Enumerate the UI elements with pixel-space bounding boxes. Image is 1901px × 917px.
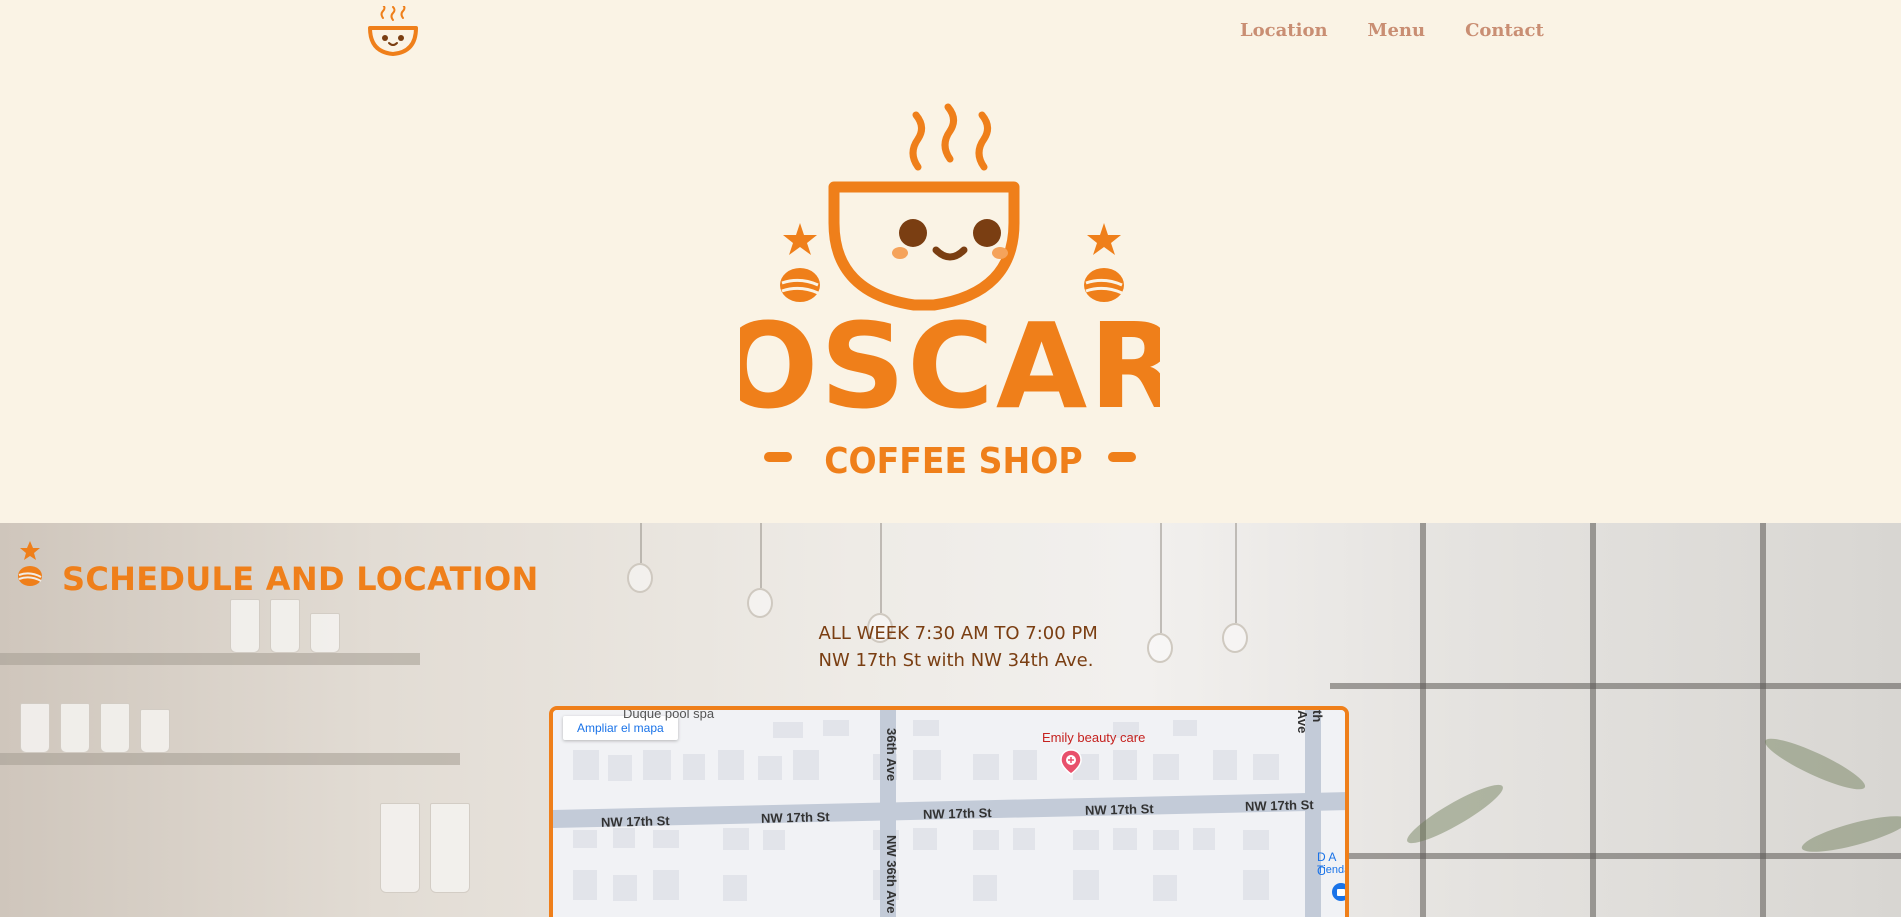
map-pin-icon[interactable] bbox=[1059, 748, 1083, 776]
poi-label[interactable]: Emily beauty care bbox=[1042, 730, 1145, 745]
star-icon bbox=[20, 541, 40, 560]
oscar-coffee-shop-logo: OSCAR COFFEE SHOP bbox=[740, 103, 1160, 483]
coffee-bean-icon bbox=[18, 566, 42, 586]
brand-name: OSCAR bbox=[740, 297, 1160, 435]
brand-tagline: COFFEE SHOP bbox=[824, 441, 1082, 483]
schedule-location-section: SCHEDULE AND LOCATION ALL WEEK 7:30 AM T… bbox=[0, 523, 1901, 917]
cup-logo-icon[interactable] bbox=[366, 6, 420, 58]
star-icon bbox=[783, 223, 817, 255]
map-label-right-sub: Tienda bbox=[1317, 864, 1349, 876]
street-label: NW 17th St bbox=[1244, 797, 1314, 814]
top-nav: Location Menu Contact bbox=[0, 0, 1901, 62]
map-label-top: Duque pool spa bbox=[623, 706, 715, 721]
schedule-hours-row: ALL WEEK 7:30 AM TO 7:00 PM bbox=[0, 623, 1901, 644]
star-icon bbox=[1087, 223, 1121, 255]
hero: OSCAR COFFEE SHOP bbox=[0, 62, 1901, 523]
nav-link-location[interactable]: Location bbox=[1240, 20, 1328, 41]
street-label-vertical: 36th Ave bbox=[884, 728, 899, 782]
schedule-address: NW 17th St with NW 34th Ave. bbox=[818, 650, 1094, 671]
nav-link-menu[interactable]: Menu bbox=[1368, 20, 1426, 41]
section-icons bbox=[18, 541, 42, 586]
section-title: SCHEDULE AND LOCATION bbox=[62, 560, 539, 598]
schedule-hours: ALL WEEK 7:30 AM TO 7:00 PM bbox=[818, 623, 1098, 644]
street-label: NW 17th St bbox=[760, 809, 830, 826]
steam-icon bbox=[909, 103, 991, 171]
street-label: NW 17th St bbox=[600, 813, 670, 830]
street-label-vertical: th Ave bbox=[1295, 710, 1325, 734]
location-map[interactable]: Ampliar el mapa Duque pool spa NW 17th S… bbox=[549, 706, 1349, 917]
street-label-vertical: NW 36th Ave bbox=[884, 835, 899, 914]
nav-links: Location Menu Contact bbox=[1240, 20, 1544, 41]
street-label: NW 17th St bbox=[922, 805, 992, 822]
schedule-address-row: NW 17th St with NW 34th Ave. bbox=[0, 650, 1901, 671]
nav-link-contact[interactable]: Contact bbox=[1465, 20, 1544, 41]
shop-pin-icon[interactable] bbox=[1331, 882, 1349, 904]
street-label: NW 17th St bbox=[1084, 801, 1154, 818]
